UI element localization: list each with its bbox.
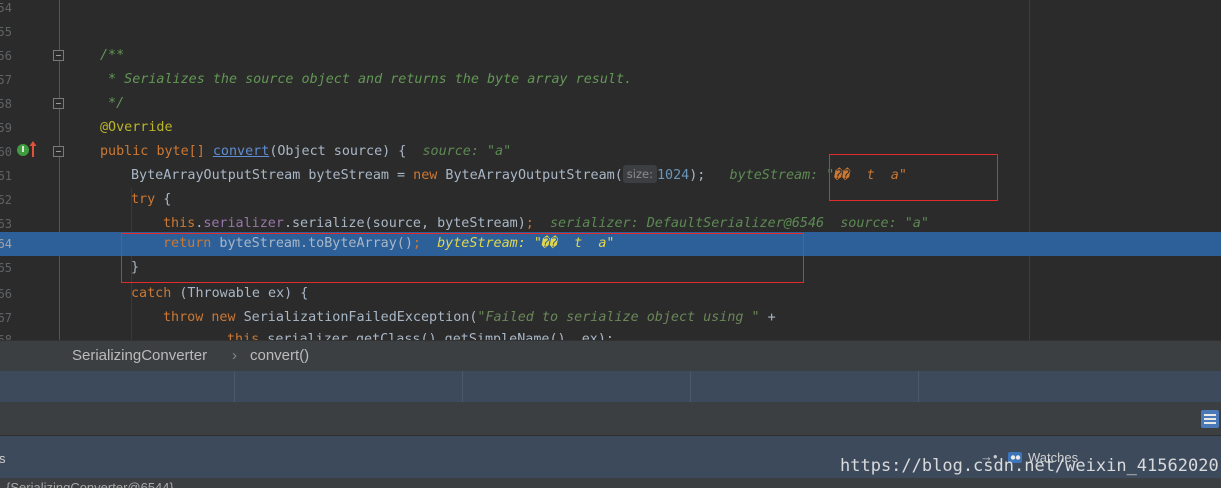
fold-icon[interactable]	[53, 98, 64, 109]
breadcrumb-class[interactable]: SerializingConverter	[72, 347, 207, 364]
line-number: 57	[0, 73, 12, 87]
code-statement: throw new SerializationFailedException("…	[163, 306, 776, 330]
annotation: @Override	[100, 120, 173, 135]
line-number: 55	[0, 25, 12, 39]
code-line[interactable]: 66 catch (Throwable ex) {	[0, 282, 1221, 306]
code-text: ByteArrayOutputStream(	[437, 168, 623, 183]
line-number: 58	[0, 97, 12, 111]
doc-comment: */	[100, 96, 125, 111]
arrow-up-icon[interactable]	[29, 140, 37, 158]
code-statement: catch (Throwable ex) {	[131, 282, 308, 306]
tab-separator	[918, 371, 919, 402]
code-text: (Object source) {	[269, 144, 407, 159]
panel-label: s	[0, 451, 6, 466]
method-name-link[interactable]: convert	[213, 144, 269, 159]
code-line[interactable]: 68 this.serializer.getClass().getSimpleN…	[0, 328, 1221, 340]
code-line[interactable]: 61 ByteArrayOutputStream byteStream = ne…	[0, 164, 1221, 188]
fold-icon[interactable]	[53, 146, 64, 157]
inline-debug-value: serializer: DefaultSerializer@6546 sourc…	[549, 216, 929, 231]
debug-tab-strip	[0, 371, 1221, 402]
code-text: ByteArrayOutputStream byteStream =	[131, 168, 414, 183]
debug-toolbar	[0, 402, 1221, 436]
code-statement: this.serializer.getClass().getSimpleName…	[227, 328, 614, 340]
breadcrumb-method[interactable]: convert()	[250, 347, 309, 364]
code-editor[interactable]: 54 55 56 /** 57 * Serializes the source …	[0, 0, 1221, 340]
keyword: byte[]	[156, 144, 205, 159]
keyword: new	[413, 168, 438, 183]
doc-comment: * Serializes the source object and retur…	[100, 72, 633, 87]
keyword: new	[211, 310, 236, 325]
line-number: 64	[0, 237, 12, 251]
code-text: );	[689, 168, 706, 183]
code-line[interactable]: 60 public byte[] convert(Object source) …	[0, 140, 1221, 164]
code-statement: try {	[131, 188, 171, 212]
line-number: 59	[0, 121, 12, 135]
code-text: {	[155, 192, 172, 207]
semicolon: ;	[525, 216, 534, 231]
number-literal: 1024	[656, 168, 690, 183]
field: serializer	[203, 216, 284, 231]
watermark-text: https://blog.csdn.net/weixin_41562020	[840, 456, 1219, 476]
line-number: 54	[0, 1, 12, 15]
breadcrumb: SerializingConverter › convert()	[0, 340, 1221, 371]
code-text: .serialize(source, byteStream)	[283, 216, 526, 231]
keyword: throw	[163, 310, 204, 325]
line-number: 62	[0, 193, 12, 207]
keyword: catch	[131, 286, 172, 301]
code-line[interactable]: 55	[0, 20, 1221, 44]
variable-row-text[interactable]: {SerializingConverter@6544}	[6, 480, 174, 488]
keyword: this	[163, 216, 196, 231]
keyword: try	[131, 192, 156, 207]
override-marker-icon[interactable]: I	[17, 144, 29, 156]
string-literal: "Failed to serialize object using "	[477, 310, 760, 325]
layout-settings-icon[interactable]	[1201, 410, 1219, 428]
code-line[interactable]: 59 @Override	[0, 116, 1221, 140]
line-number: 56	[0, 49, 12, 63]
code-text: +	[759, 310, 776, 325]
fold-icon[interactable]	[53, 50, 64, 61]
tab-separator	[690, 371, 691, 402]
keyword: public	[100, 144, 149, 159]
tab-separator	[462, 371, 463, 402]
code-line[interactable]: 56 /**	[0, 44, 1221, 68]
line-number: 68	[0, 333, 12, 340]
debug-variables-row: {SerializingConverter@6544}	[0, 478, 1221, 488]
line-number: 65	[0, 261, 12, 275]
code-line[interactable]: 57 * Serializes the source object and re…	[0, 68, 1221, 92]
code-text: SerializationFailedException(	[235, 310, 478, 325]
code-text: .serializer.getClass().getSimpleName(), …	[259, 332, 614, 340]
code-statement: ByteArrayOutputStream byteStream = new B…	[131, 164, 907, 188]
line-number: 66	[0, 287, 12, 301]
inline-debug-value: byteStream: "	[729, 168, 835, 183]
tab-separator	[234, 371, 235, 402]
highlight-box	[121, 233, 804, 283]
parameter-hint: size:	[622, 165, 657, 183]
line-number: 60	[0, 145, 12, 159]
code-line[interactable]: 62 try {	[0, 188, 1221, 212]
keyword: this	[227, 332, 260, 340]
doc-comment: /**	[100, 48, 125, 63]
method-signature: public byte[] convert(Object source) { s…	[100, 140, 511, 164]
inline-debug-value: source: "a"	[422, 144, 512, 159]
highlight-box	[829, 154, 998, 201]
line-number: 61	[0, 169, 12, 183]
code-line[interactable]: 67 throw new SerializationFailedExceptio…	[0, 306, 1221, 330]
breadcrumb-separator: ›	[232, 347, 237, 364]
code-line[interactable]: 54	[0, 0, 1221, 20]
code-line[interactable]: 58 */	[0, 92, 1221, 116]
code-text: (Throwable ex) {	[171, 286, 309, 301]
line-number: 67	[0, 311, 12, 325]
